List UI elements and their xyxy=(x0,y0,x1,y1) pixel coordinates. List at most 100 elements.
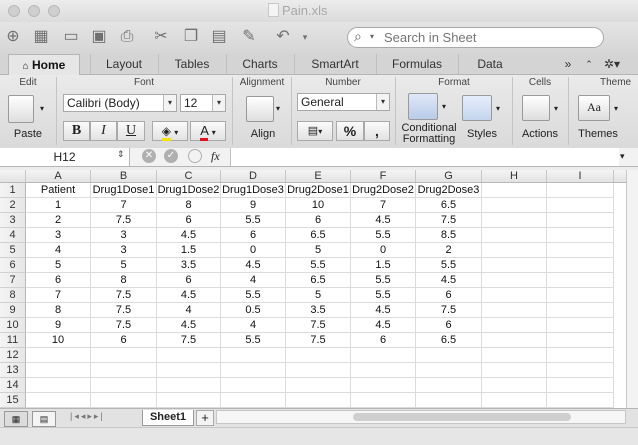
cell-i11[interactable] xyxy=(547,333,614,348)
cell-a11[interactable]: 10 xyxy=(26,333,91,348)
font-color-button[interactable]: A ▾ xyxy=(190,121,226,141)
cell-c3[interactable]: 6 xyxy=(157,213,221,228)
cell-g2[interactable]: 6.5 xyxy=(416,198,482,213)
cell-g15[interactable] xyxy=(416,393,482,408)
cell-h4[interactable] xyxy=(482,228,547,243)
cell-c14[interactable] xyxy=(157,378,221,393)
tab-home[interactable]: ⌂ Home xyxy=(8,54,80,75)
cell-h13[interactable] xyxy=(482,363,547,378)
expand-formula-bar-icon[interactable]: ▾ xyxy=(620,151,625,162)
cell-h1[interactable] xyxy=(482,183,547,198)
cell-a4[interactable]: 3 xyxy=(26,228,91,243)
cell-a5[interactable]: 4 xyxy=(26,243,91,258)
italic-button[interactable]: I xyxy=(90,121,117,141)
cell-f5[interactable]: 0 xyxy=(351,243,416,258)
cell-i15[interactable] xyxy=(547,393,614,408)
themes-button[interactable]: Themes xyxy=(574,128,622,140)
number-format-select[interactable]: General ▾ xyxy=(297,93,390,111)
cell-e15[interactable] xyxy=(286,393,351,408)
page-layout-view-icon[interactable]: ▤ xyxy=(32,411,56,427)
add-sheet-button[interactable]: + xyxy=(196,410,214,426)
cell-g10[interactable]: 6 xyxy=(416,318,482,333)
chevron-down-icon[interactable]: ▾ xyxy=(442,102,446,111)
cell-f8[interactable]: 5.5 xyxy=(351,288,416,303)
close-window-button[interactable] xyxy=(8,5,20,17)
cell-e8[interactable]: 5 xyxy=(286,288,351,303)
cell-g5[interactable]: 2 xyxy=(416,243,482,258)
cell-g11[interactable]: 6.5 xyxy=(416,333,482,348)
cell-b7[interactable]: 8 xyxy=(91,273,157,288)
cell-b10[interactable]: 7.5 xyxy=(91,318,157,333)
styles-icon[interactable] xyxy=(462,95,492,121)
save-icon[interactable]: ▣ xyxy=(88,26,110,48)
row-header-5[interactable]: 5 xyxy=(0,243,26,258)
formula-input[interactable] xyxy=(230,148,619,166)
row-header-15[interactable]: 15 xyxy=(0,393,26,408)
cell-b3[interactable]: 7.5 xyxy=(91,213,157,228)
comma-style-button[interactable]: , xyxy=(364,121,390,141)
cell-b8[interactable]: 7.5 xyxy=(91,288,157,303)
cell-a3[interactable]: 2 xyxy=(26,213,91,228)
cell-h5[interactable] xyxy=(482,243,547,258)
cell-b4[interactable]: 3 xyxy=(91,228,157,243)
row-header-13[interactable]: 13 xyxy=(0,363,26,378)
cell-i7[interactable] xyxy=(547,273,614,288)
cell-d14[interactable] xyxy=(221,378,286,393)
cell-i2[interactable] xyxy=(547,198,614,213)
undo-dropdown-icon[interactable]: ▾ xyxy=(300,26,310,48)
cell-a9[interactable]: 8 xyxy=(26,303,91,318)
cell-i13[interactable] xyxy=(547,363,614,378)
cell-c2[interactable]: 8 xyxy=(157,198,221,213)
cell-d3[interactable]: 5.5 xyxy=(221,213,286,228)
cell-d8[interactable]: 5.5 xyxy=(221,288,286,303)
cell-a15[interactable] xyxy=(26,393,91,408)
cell-f1[interactable]: Drug2Dose2 xyxy=(351,183,416,198)
vertical-scrollbar[interactable] xyxy=(626,170,638,408)
column-header-a[interactable]: A xyxy=(26,170,91,182)
cell-d7[interactable]: 4 xyxy=(221,273,286,288)
normal-view-icon[interactable]: ▦ xyxy=(4,411,28,427)
more-tabs-icon[interactable]: » xyxy=(556,54,580,74)
cell-h7[interactable] xyxy=(482,273,547,288)
cell-b15[interactable] xyxy=(91,393,157,408)
cell-f13[interactable] xyxy=(351,363,416,378)
paste-button[interactable]: Paste xyxy=(4,128,52,140)
cell-c6[interactable]: 3.5 xyxy=(157,258,221,273)
styles-button[interactable]: Styles xyxy=(462,128,502,140)
cell-e2[interactable]: 10 xyxy=(286,198,351,213)
tab-smartart[interactable]: SmartArt xyxy=(294,54,375,74)
cell-f11[interactable]: 6 xyxy=(351,333,416,348)
cell-f12[interactable] xyxy=(351,348,416,363)
column-header-e[interactable]: E xyxy=(286,170,351,182)
cell-h14[interactable] xyxy=(482,378,547,393)
cell-g8[interactable]: 6 xyxy=(416,288,482,303)
cell-e11[interactable]: 7.5 xyxy=(286,333,351,348)
bold-button[interactable]: B xyxy=(63,121,90,141)
confirm-entry-icon[interactable]: ✓ xyxy=(164,149,178,163)
search-field[interactable]: ⌕ ▾ xyxy=(347,27,604,48)
column-header-h[interactable]: H xyxy=(482,170,547,182)
cell-c4[interactable]: 4.5 xyxy=(157,228,221,243)
tab-data[interactable]: Data xyxy=(458,54,521,74)
cell-b9[interactable]: 7.5 xyxy=(91,303,157,318)
cell-g3[interactable]: 7.5 xyxy=(416,213,482,228)
cell-h9[interactable] xyxy=(482,303,547,318)
cell-a2[interactable]: 1 xyxy=(26,198,91,213)
sheet-navigation-icon[interactable]: |◂◂▸▸| xyxy=(70,411,105,422)
cell-c13[interactable] xyxy=(157,363,221,378)
cell-a8[interactable]: 7 xyxy=(26,288,91,303)
cell-c5[interactable]: 1.5 xyxy=(157,243,221,258)
cell-d5[interactable]: 0 xyxy=(221,243,286,258)
sheet-tab-sheet1[interactable]: Sheet1 xyxy=(142,410,194,426)
column-header-f[interactable]: F xyxy=(351,170,416,182)
cell-f2[interactable]: 7 xyxy=(351,198,416,213)
cell-c12[interactable] xyxy=(157,348,221,363)
new-icon[interactable]: ⊕ xyxy=(2,26,24,48)
row-header-7[interactable]: 7 xyxy=(0,273,26,288)
cell-e7[interactable]: 6.5 xyxy=(286,273,351,288)
select-all-corner[interactable] xyxy=(0,170,26,182)
collapse-ribbon-icon[interactable]: ⌃ xyxy=(582,54,596,74)
cell-b5[interactable]: 3 xyxy=(91,243,157,258)
cell-g14[interactable] xyxy=(416,378,482,393)
align-dropdown-icon[interactable]: ▾ xyxy=(276,104,280,113)
